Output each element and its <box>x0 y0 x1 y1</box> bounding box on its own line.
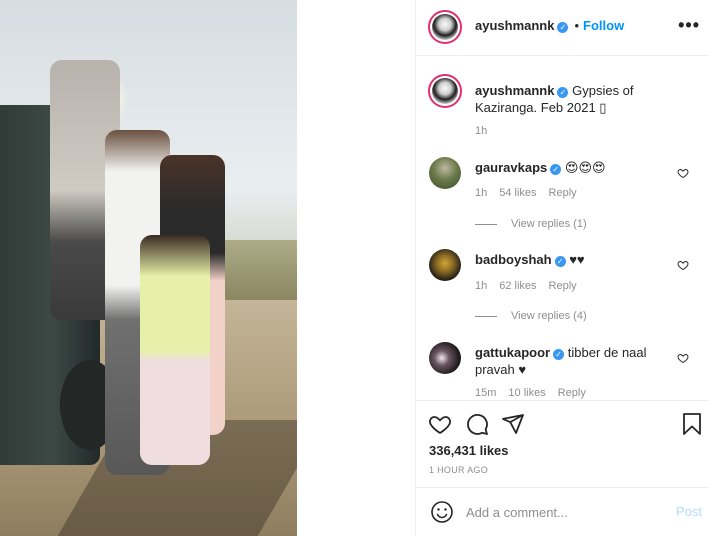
view-replies-button[interactable]: View replies (1) <box>475 218 587 230</box>
likes-count[interactable]: 336,431 likes <box>429 443 509 458</box>
comment-like-heart-icon[interactable] <box>677 352 689 364</box>
comment-username[interactable]: badboyshah <box>475 252 552 267</box>
more-options-icon[interactable]: ••• <box>678 16 700 34</box>
comment-time: 1h <box>475 187 488 199</box>
comment-meta: 15m 10 likes Reply <box>475 387 598 399</box>
comment-time: 15m <box>475 387 497 399</box>
comment-avatar[interactable] <box>429 342 461 374</box>
comments-list[interactable]: ayushmannk ✓ Gypsies of Kaziranga. Feb 20… <box>416 57 709 400</box>
verified-badge-icon: ✓ <box>554 256 566 267</box>
post-photo[interactable] <box>0 0 297 536</box>
bookmark-icon[interactable] <box>680 412 704 436</box>
comment-text: ♥♥ <box>569 252 585 267</box>
comment-text: 😍😍😍 <box>564 160 606 175</box>
comment-item: badboyshah ✓ ♥♥ <box>475 251 675 268</box>
comment-likes[interactable]: 10 likes <box>508 387 545 399</box>
verified-badge-icon: ✓ <box>553 349 565 360</box>
view-replies-line <box>475 223 497 225</box>
verified-badge-icon: ✓ <box>550 164 562 175</box>
author-line: ayushmannk ✓ • Follow <box>475 18 624 33</box>
post-panel: ayushmannk ✓ • Follow ••• ayushmannk ✓ Gypsi… <box>415 0 709 536</box>
comment-like-heart-icon[interactable] <box>677 167 689 179</box>
emoji-icon[interactable] <box>430 500 454 524</box>
post-header: ayushmannk ✓ • Follow ••• <box>416 0 709 56</box>
share-icon[interactable] <box>501 412 525 436</box>
comment-meta: 1h 62 likes Reply <box>475 280 589 292</box>
comment-item: gauravkaps ✓ 😍😍😍 <box>475 159 675 176</box>
caption-username[interactable]: ayushmannk <box>475 83 554 98</box>
comment-icon[interactable] <box>465 412 489 436</box>
reply-button[interactable]: Reply <box>549 187 577 199</box>
follow-button[interactable]: Follow <box>583 18 624 33</box>
add-comment-bar: Post <box>416 487 709 536</box>
view-replies-line <box>475 315 497 317</box>
separator-dot: • <box>574 18 580 33</box>
author-avatar[interactable] <box>428 10 462 44</box>
comment-like-heart-icon[interactable] <box>677 259 689 271</box>
verified-badge-icon: ✓ <box>557 22 569 33</box>
comment-input[interactable] <box>466 502 656 522</box>
heart-icon[interactable] <box>428 412 452 436</box>
reply-button[interactable]: Reply <box>549 280 577 292</box>
comment-username[interactable]: gauravkaps <box>475 160 547 175</box>
photo-person-girl <box>140 235 210 465</box>
comment-item: gattukapoor ✓ tibber de naal pravah ♥ <box>475 344 665 378</box>
verified-badge-icon: ✓ <box>557 87 569 98</box>
comment-likes[interactable]: 62 likes <box>499 280 536 292</box>
comment-likes[interactable]: 54 likes <box>499 187 536 199</box>
post-actions: 336,431 likes 1 HOUR AGO <box>416 400 709 490</box>
caption-time: 1h <box>475 125 488 137</box>
view-replies-label: View replies (4) <box>511 310 587 322</box>
caption: ayushmannk ✓ Gypsies of Kaziranga. Feb 20… <box>475 82 695 116</box>
comment-time: 1h <box>475 280 488 292</box>
post-time[interactable]: 1 HOUR AGO <box>429 465 488 475</box>
post-comment-button[interactable]: Post <box>676 504 702 519</box>
comment-avatar[interactable] <box>429 249 461 281</box>
author-username[interactable]: ayushmannk <box>475 18 554 33</box>
comment-username[interactable]: gattukapoor <box>475 345 550 360</box>
view-replies-label: View replies (1) <box>511 218 587 230</box>
view-replies-button[interactable]: View replies (4) <box>475 310 587 322</box>
comment-meta: 1h 54 likes Reply <box>475 187 589 199</box>
reply-button[interactable]: Reply <box>558 387 586 399</box>
caption-avatar[interactable] <box>428 74 462 108</box>
comment-avatar[interactable] <box>429 157 461 189</box>
